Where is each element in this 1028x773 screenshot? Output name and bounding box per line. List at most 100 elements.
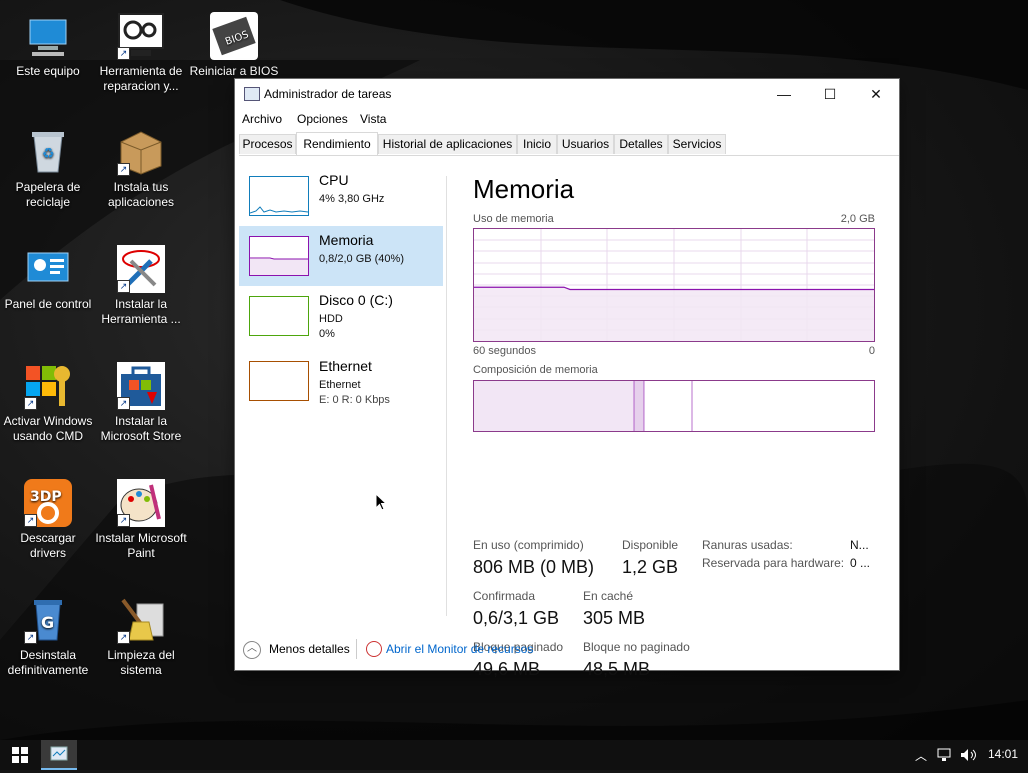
tab-usuarios[interactable]: Usuarios (557, 134, 614, 154)
desktop-icon-reiniciar-bios[interactable]: BIOS Reiniciar a BIOS (188, 12, 280, 79)
volume-icon[interactable] (960, 748, 978, 762)
store-bag-icon: ↗ (117, 362, 165, 410)
time-left-label: 60 segundos (473, 345, 536, 357)
stat-cache-label: En caché (583, 589, 634, 603)
sidebar-item-detail: Ethernet (319, 379, 361, 391)
desktop-icon-label: Activar Windows usando CMD (3, 414, 93, 443)
menu-archivo[interactable]: Archivo (242, 112, 282, 126)
shortcut-arrow-icon: ↗ (117, 47, 130, 60)
bios-chip-icon: BIOS (210, 12, 258, 60)
desktop-icon-instalar-store[interactable]: ↗ Instalar la Microsoft Store (95, 362, 187, 444)
desktop-icon-label: Desinstala definitivamente (7, 648, 89, 677)
menu-bar: Archivo Opciones Vista (235, 109, 899, 131)
desktop-icon-instalar-herramienta[interactable]: ↗ Instalar la Herramienta ... (95, 245, 187, 327)
composition-modified (634, 381, 644, 431)
desktop-icon-instalar-paint[interactable]: ↗ Instalar Microsoft Paint (95, 479, 187, 561)
tab-historial[interactable]: Historial de aplicaciones (378, 134, 517, 154)
desktop-icon-label: Limpieza del sistema (107, 648, 175, 677)
usage-max-label: 2,0 GB (840, 213, 875, 225)
disk-thumbnail-graph (249, 296, 309, 336)
desktop-icon-herramienta-reparacion[interactable]: ↗ Herramienta de reparacion y... (95, 12, 187, 94)
ethernet-thumbnail-graph (249, 361, 309, 401)
less-details-link[interactable]: Menos detalles (269, 642, 350, 656)
resource-monitor-link[interactable]: Abrir el Monitor de recursos (386, 642, 533, 656)
shortcut-arrow-icon: ↗ (24, 397, 37, 410)
desktop-icon-desinstala[interactable]: G ↗ Desinstala definitivamente (2, 596, 94, 678)
sidebar-item-name: CPU (319, 172, 349, 188)
memory-composition-bar (473, 380, 875, 432)
taskbar-task-manager[interactable] (41, 740, 77, 770)
usage-label: Uso de memoria (473, 213, 554, 225)
desktop-icon-papelera[interactable]: ♻ Papelera de reciclaje (2, 128, 94, 210)
minimize-button[interactable]: — (761, 79, 807, 109)
tab-detalles[interactable]: Detalles (614, 134, 668, 154)
task-manager-window: Administrador de tareas — ☐ ✕ Archivo Op… (235, 79, 899, 679)
3dp-chip-icon: 3DP ↗ (24, 479, 72, 527)
stat-ranuras-value: N... (850, 538, 869, 552)
title-bar[interactable]: Administrador de tareas — ☐ ✕ (235, 79, 899, 109)
recycle-bin-icon: ♻ (24, 128, 72, 176)
shortcut-arrow-icon: ↗ (117, 514, 130, 527)
tab-servicios[interactable]: Servicios (668, 134, 726, 154)
menu-vista[interactable]: Vista (360, 112, 386, 126)
sidebar-item-name: Memoria (319, 232, 374, 248)
shortcut-arrow-icon: ↗ (24, 514, 37, 527)
stat-confirmada-label: Confirmada (473, 589, 536, 603)
stat-en-uso-label: En uso (comprimido) (473, 538, 584, 552)
sidebar-item-name: Disco 0 (C:) (319, 292, 393, 308)
shortcut-arrow-icon: ↗ (24, 631, 37, 644)
computer-icon (24, 12, 72, 60)
stat-ranuras-label: Ranuras usadas: (702, 538, 793, 552)
footer: ︿ Menos detalles Abrir el Monitor de rec… (235, 622, 899, 670)
sidebar-item-detail-2: E: 0 R: 0 Kbps (319, 394, 390, 406)
desktop-icon-este-equipo[interactable]: Este equipo (2, 12, 94, 79)
desktop-icon-panel-control[interactable]: Panel de control (2, 245, 94, 312)
stat-disponible-label: Disponible (622, 538, 679, 552)
desktop-icon-label: Este equipo (16, 64, 80, 78)
sidebar-item-disco[interactable]: Disco 0 (C:) HDD 0% (239, 286, 443, 346)
desktop-icon-limpieza[interactable]: ↗ Limpieza del sistema (95, 596, 187, 678)
time-right-label: 0 (868, 345, 875, 357)
sidebar-item-detail: 4% 3,80 GHz (319, 193, 385, 205)
repair-tool-icon: ↗ (117, 12, 165, 60)
desktop-icon-label: Descargar drivers (20, 531, 76, 560)
tools-icon: ↗ (117, 245, 165, 293)
tab-procesos[interactable]: Procesos (239, 134, 296, 154)
usage-area (474, 287, 874, 341)
svg-text:G: G (41, 613, 54, 632)
windows-start-icon[interactable] (12, 747, 28, 763)
tab-bar: Procesos Rendimiento Historial de aplica… (239, 132, 899, 156)
sidebar-item-memoria[interactable]: Memoria 0,8/2,0 GB (40%) (239, 226, 443, 286)
desktop-icon-descargar-drivers[interactable]: 3DP ↗ Descargar drivers (2, 479, 94, 561)
clock[interactable]: 14:01 (988, 747, 1018, 761)
network-icon[interactable] (937, 748, 953, 762)
stat-disponible-value: 1,2 GB (622, 557, 679, 577)
menu-opciones[interactable]: Opciones (297, 112, 348, 126)
tab-inicio[interactable]: Inicio (517, 134, 557, 154)
panel-title: Memoria (473, 174, 575, 204)
package-box-icon: ↗ (117, 128, 165, 176)
stat-reservada-label: Reservada para hardware: (702, 556, 845, 570)
chevron-up-icon[interactable]: ︿ (915, 747, 927, 764)
trash-uninstall-icon: G ↗ (24, 596, 72, 644)
desktop-icon-activar-windows[interactable]: ↗ Activar Windows usando CMD (2, 362, 94, 444)
taskbar: ︿ 14:01 (0, 740, 1028, 770)
desktop-icon-label: Panel de control (4, 297, 92, 311)
tab-rendimiento[interactable]: Rendimiento (296, 132, 378, 155)
maximize-button[interactable]: ☐ (807, 79, 853, 109)
footer-separator (356, 639, 357, 659)
close-button[interactable]: ✕ (853, 79, 899, 109)
chevron-up-icon[interactable]: ︿ (243, 641, 261, 659)
resource-monitor-icon (366, 641, 382, 657)
sidebar-item-cpu[interactable]: CPU 4% 3,80 GHz (239, 166, 443, 226)
sidebar-item-name: Ethernet (319, 358, 372, 374)
desktop-icon-instala-aplicaciones[interactable]: ↗ Instala tus aplicaciones (95, 128, 187, 210)
memory-thumbnail-graph (249, 236, 309, 276)
composition-label: Composición de memoria (473, 364, 598, 376)
memory-usage-graph (473, 228, 875, 342)
sidebar-item-ethernet[interactable]: Ethernet Ethernet E: 0 R: 0 Kbps (239, 352, 443, 412)
sidebar-item-detail-2: 0% (319, 328, 335, 340)
broom-icon: ↗ (117, 596, 165, 644)
shortcut-arrow-icon: ↗ (117, 631, 130, 644)
task-manager-icon (50, 746, 68, 761)
